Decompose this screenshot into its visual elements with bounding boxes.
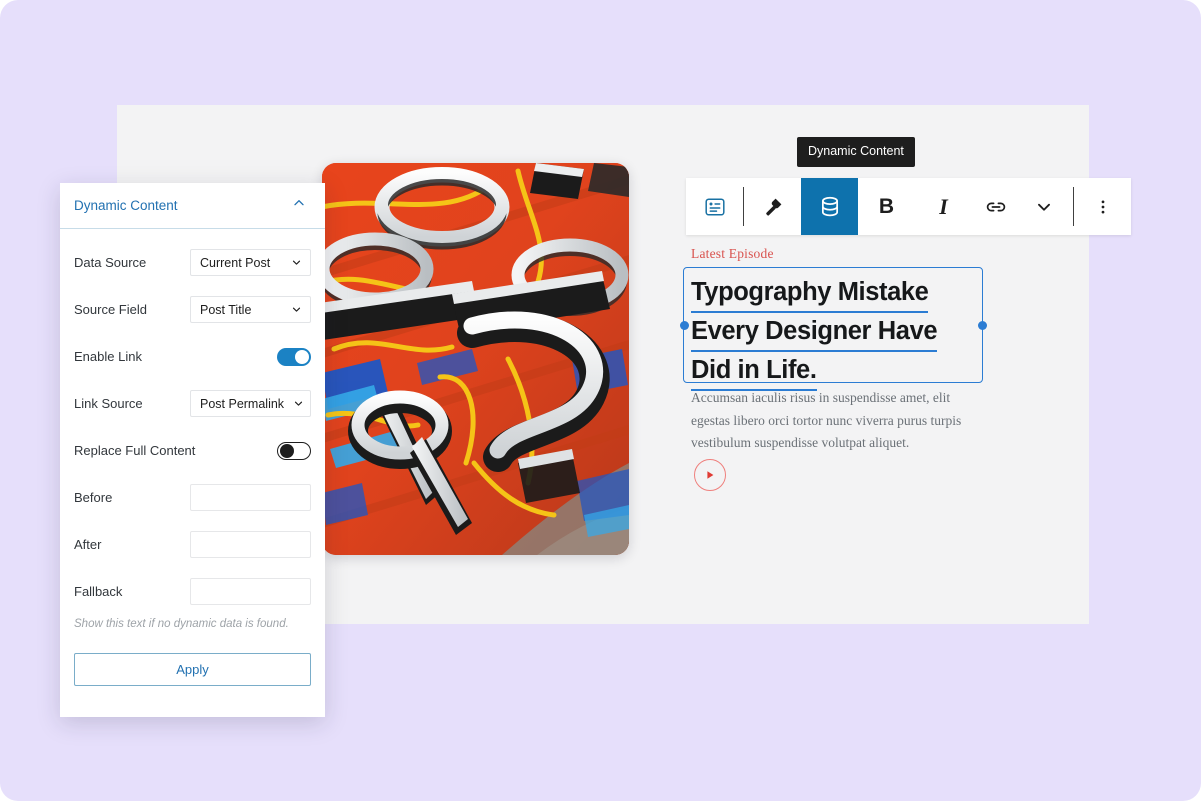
field-label: Replace Full Content xyxy=(74,443,196,458)
source-field-select[interactable]: Post Title xyxy=(190,296,311,323)
chevron-up-icon xyxy=(294,200,304,206)
heading-line: Every Designer Have xyxy=(691,313,938,352)
heading-line: Did in Life. xyxy=(691,352,817,391)
play-button[interactable] xyxy=(694,459,726,491)
post-heading[interactable]: Typography Mistake Every Designer Have D… xyxy=(691,274,979,391)
toggle-knob xyxy=(295,349,309,364)
dynamic-content-icon-button[interactable] xyxy=(801,178,858,235)
fallback-input[interactable] xyxy=(190,578,311,605)
apply-button[interactable]: Apply xyxy=(74,653,311,686)
replace-full-content-toggle[interactable] xyxy=(277,441,311,460)
field-label: Link Source xyxy=(74,396,143,411)
signage-photo-illustration xyxy=(322,163,629,555)
before-input[interactable] xyxy=(190,484,311,511)
dynamic-content-panel: Dynamic Content Data Source Current Post… xyxy=(60,183,325,717)
enable-link-toggle[interactable] xyxy=(277,347,311,366)
field-row-replace-full-content: Replace Full Content xyxy=(74,427,311,474)
field-label: Fallback xyxy=(74,584,123,599)
eyebrow-label: Latest Episode xyxy=(691,246,774,261)
select-value: Post Title xyxy=(200,302,252,317)
more-rich-text-button[interactable] xyxy=(1020,178,1068,235)
more-options-icon xyxy=(1101,199,1104,214)
paintbrush-icon xyxy=(765,198,781,216)
select-value: Post Permalink xyxy=(200,396,285,411)
toolbar-divider xyxy=(743,187,744,226)
post-body-text: Accumsan iaculis risus in suspendisse am… xyxy=(691,390,962,450)
panel-header[interactable]: Dynamic Content xyxy=(60,183,325,229)
bold-button[interactable]: B xyxy=(858,178,915,235)
field-row-source-field: Source Field Post Title xyxy=(74,286,311,333)
selection-handle-left[interactable] xyxy=(679,320,689,330)
panel-title: Dynamic Content xyxy=(74,198,178,213)
toolbar-divider-2 xyxy=(1073,187,1074,226)
fallback-hint: Show this text if no dynamic data is fou… xyxy=(74,618,289,630)
field-label: Enable Link xyxy=(74,349,142,364)
link-source-select[interactable]: Post Permalink xyxy=(190,390,311,417)
field-row-enable-link: Enable Link xyxy=(74,333,311,380)
chevron-down-icon xyxy=(1038,203,1050,211)
field-label: After xyxy=(74,537,102,552)
field-row-before: Before xyxy=(74,474,311,521)
field-label: Source Field xyxy=(74,302,147,317)
data-source-select[interactable]: Current Post xyxy=(190,249,311,276)
featured-image[interactable] xyxy=(322,163,629,555)
block-type-icon-button[interactable] xyxy=(686,178,743,235)
screenshot-root: Dynamic Content B I Latest Episode Typog… xyxy=(0,0,1201,801)
database-icon xyxy=(821,196,838,216)
italic-button[interactable]: I xyxy=(915,178,972,235)
chevron-down-icon xyxy=(294,401,303,406)
after-input[interactable] xyxy=(190,531,311,558)
field-row-fallback: Fallback xyxy=(74,568,311,615)
heading-line: Typography Mistake xyxy=(691,274,929,313)
toggle-knob xyxy=(280,443,294,458)
field-row-data-source: Data Source Current Post xyxy=(74,239,311,286)
chevron-down-icon xyxy=(292,307,301,312)
field-row-after: After xyxy=(74,521,311,568)
block-type-icon xyxy=(704,197,725,216)
panel-body: Data Source Current Post Source Field Po… xyxy=(60,229,325,686)
field-label: Data Source xyxy=(74,255,147,270)
link-icon xyxy=(986,202,1006,211)
panel-collapse-button[interactable] xyxy=(291,195,307,216)
block-toolbar: B I xyxy=(686,178,1131,235)
link-icon-button[interactable] xyxy=(972,178,1020,235)
chevron-down-icon xyxy=(292,260,301,265)
select-value: Current Post xyxy=(200,255,271,270)
field-label: Before xyxy=(74,490,113,505)
toolbar-tooltip: Dynamic Content xyxy=(797,137,915,167)
paintbrush-icon-button[interactable] xyxy=(744,178,801,235)
field-row-link-source: Link Source Post Permalink xyxy=(74,380,311,427)
play-icon xyxy=(707,471,714,479)
more-options-button[interactable] xyxy=(1074,178,1131,235)
